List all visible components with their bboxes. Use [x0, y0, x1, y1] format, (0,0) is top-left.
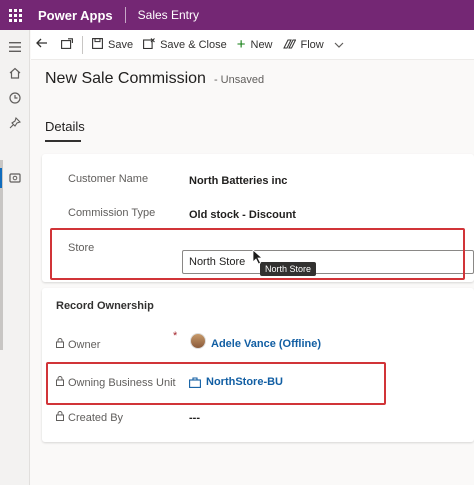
section-title: Record Ownership: [56, 300, 154, 312]
lock-icon: [56, 338, 64, 351]
commission-type-value[interactable]: Old stock - Discount: [189, 209, 296, 221]
tab-details[interactable]: Details: [45, 119, 85, 134]
flow-label: Flow: [300, 38, 324, 51]
open-new-window-icon: [61, 37, 73, 52]
recent-clock-icon[interactable]: [0, 88, 30, 108]
mouse-pointer-icon: [252, 249, 264, 270]
flow-button[interactable]: Flow: [278, 30, 349, 60]
lock-icon: [56, 411, 64, 424]
new-label: New: [250, 38, 273, 51]
form-header: New Sale Commission - Unsaved: [45, 70, 264, 88]
header-divider: [124, 7, 126, 23]
page-title: New Sale Commission: [45, 70, 206, 87]
commission-type-label: Commission Type: [68, 207, 156, 219]
created-by-value: ---: [189, 412, 200, 424]
required-marker: *: [173, 330, 178, 342]
floppy-disk-icon: [92, 37, 103, 52]
sales-entity-icon[interactable]: [0, 168, 30, 188]
created-by-label-group: Created By: [56, 411, 123, 424]
owning-bu-highlight-box: [46, 362, 386, 405]
save-close-icon: [143, 37, 155, 52]
left-navigation: [0, 30, 30, 485]
toolbar-divider: [82, 35, 83, 54]
customer-name-value[interactable]: North Batteries inc: [189, 175, 287, 187]
app-name[interactable]: Power Apps: [38, 8, 113, 23]
save-and-close-button[interactable]: Save & Close: [138, 30, 232, 60]
app-launcher-icon[interactable]: [0, 0, 30, 30]
back-button[interactable]: [31, 30, 53, 60]
app-header: Power Apps Sales Entry: [0, 0, 474, 30]
arrow-left-icon: [36, 38, 48, 51]
pin-icon[interactable]: [0, 113, 30, 133]
plus-icon: +: [236, 36, 246, 53]
command-bar: Save Save & Close + New Flow: [31, 30, 474, 60]
open-in-new-window-button[interactable]: [53, 30, 78, 60]
hamburger-menu-icon[interactable]: [0, 37, 30, 57]
store-tooltip: North Store: [260, 262, 317, 276]
owner-link[interactable]: Adele Vance (Offline): [211, 338, 321, 350]
owner-label: Owner: [68, 339, 101, 351]
tab-selected-indicator: [45, 140, 81, 142]
flow-icon: [282, 38, 296, 52]
avatar: [190, 333, 206, 349]
save-close-label: Save & Close: [160, 38, 227, 51]
created-by-label: Created By: [68, 412, 124, 424]
new-button[interactable]: + New: [232, 30, 278, 60]
nav-scrollbar[interactable]: [0, 160, 3, 350]
chevron-down-icon: [334, 39, 344, 51]
entity-name[interactable]: Sales Entry: [138, 8, 199, 22]
customer-name-label: Customer Name: [68, 173, 149, 185]
owner-label-group: Owner: [56, 338, 100, 351]
save-status: - Unsaved: [213, 74, 265, 86]
home-icon[interactable]: [0, 63, 30, 83]
save-label: Save: [108, 38, 134, 51]
save-button[interactable]: Save: [87, 30, 138, 60]
